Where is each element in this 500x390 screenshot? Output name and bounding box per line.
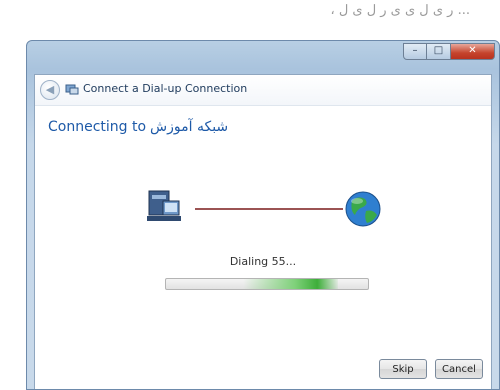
navigation-bar: ◀ Connect a Dial-up Connection: [35, 75, 491, 106]
button-row: Skip Cancel: [379, 359, 483, 379]
globe-icon: [345, 191, 381, 227]
maximize-button[interactable]: □: [427, 43, 451, 60]
wizard-title: Connect a Dial-up Connection: [83, 82, 248, 95]
title-bar: – □ ✕: [27, 41, 499, 71]
progress-bar: [165, 278, 369, 290]
progress-fill: [166, 279, 338, 289]
minimize-button[interactable]: –: [403, 43, 427, 60]
back-arrow-icon[interactable]: ◀: [40, 80, 60, 100]
connection-diagram: [147, 190, 381, 227]
dialup-connection-icon: [65, 84, 79, 95]
caption-buttons: – □ ✕: [403, 43, 495, 60]
close-button[interactable]: ✕: [451, 43, 495, 60]
wizard-content: ◀ Connect a Dial-up Connection Connectin…: [34, 74, 492, 389]
computer-icon: [147, 190, 181, 221]
connection-name: شبکه آموزش: [150, 119, 229, 135]
page-caption: ... ر ی ل ی ی ر ل ی ل ،: [330, 3, 470, 18]
page-heading: Connecting to شبکه آموزش: [48, 119, 228, 135]
status-text: Dialing 55...: [229, 255, 297, 268]
skip-button[interactable]: Skip: [379, 359, 427, 379]
cancel-button[interactable]: Cancel: [435, 359, 483, 379]
heading-prefix: Connecting to: [48, 119, 147, 135]
dialog-window: – □ ✕ ◀ Connect a Dial-up Connection Con…: [26, 40, 500, 390]
